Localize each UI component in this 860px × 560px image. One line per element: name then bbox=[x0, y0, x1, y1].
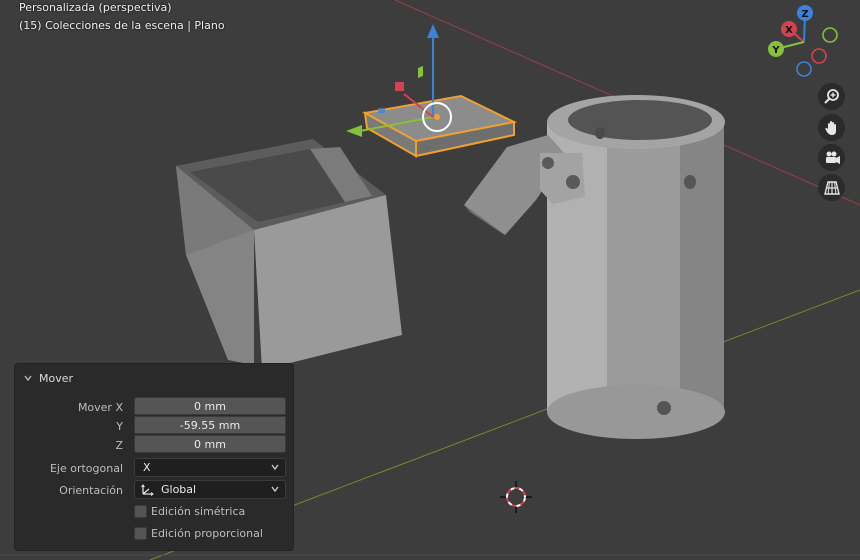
proportional-edit-option[interactable]: Edición proporcional bbox=[134, 527, 263, 540]
box-object[interactable] bbox=[176, 139, 402, 370]
3d-cursor[interactable] bbox=[500, 481, 532, 513]
proportional-edit-checkbox[interactable] bbox=[134, 527, 147, 540]
pan-button[interactable] bbox=[818, 114, 845, 141]
move-z-label: Z bbox=[115, 439, 123, 452]
orientation-dropdown[interactable]: Global bbox=[134, 480, 286, 499]
hand-pan-icon bbox=[824, 120, 836, 135]
operator-panel-header[interactable]: Mover bbox=[23, 370, 73, 386]
constraint-axis-dropdown[interactable]: X bbox=[134, 458, 286, 477]
constraint-axis-label: Eje ortogonal bbox=[49, 462, 123, 475]
symmetric-edit-option[interactable]: Edición simétrica bbox=[134, 505, 245, 518]
chevron-down-icon bbox=[24, 375, 32, 382]
move-z-field[interactable]: 0 mm bbox=[134, 435, 286, 453]
constraint-axis-value: X bbox=[143, 461, 151, 474]
grid-perspective-icon bbox=[823, 180, 840, 195]
operator-panel-move[interactable]: Mover Mover X 0 mm Y -59.55 mm Z 0 mm Ej… bbox=[14, 363, 294, 551]
symmetric-edit-checkbox[interactable] bbox=[134, 505, 147, 518]
chevron-down-icon bbox=[271, 464, 279, 471]
move-y-field[interactable]: -59.55 mm bbox=[134, 416, 286, 434]
camera-view-button[interactable] bbox=[818, 144, 845, 171]
navigation-gizmo[interactable]: Z X Y bbox=[768, 5, 838, 77]
gizmo-x-label: X bbox=[785, 25, 793, 36]
move-x-field[interactable]: 0 mm bbox=[134, 397, 286, 415]
move-y-label: Y bbox=[116, 420, 123, 433]
3d-viewport[interactable]: Z X Y Personalizada (perspectiva) (15) C… bbox=[0, 0, 860, 560]
gizmo-y-label: Y bbox=[771, 45, 780, 56]
camera-icon bbox=[825, 151, 840, 164]
global-orientation-icon bbox=[141, 483, 154, 496]
cylinder-object[interactable] bbox=[547, 95, 725, 439]
perspective-toggle-button[interactable] bbox=[818, 174, 845, 201]
proportional-edit-label: Edición proporcional bbox=[151, 527, 263, 540]
symmetric-edit-label: Edición simétrica bbox=[151, 505, 246, 518]
operator-panel-title: Mover bbox=[39, 371, 74, 385]
orientation-label: Orientación bbox=[59, 484, 123, 497]
view-name-label: Personalizada (perspectiva) bbox=[19, 1, 172, 14]
gizmo-z-label: Z bbox=[801, 9, 808, 20]
orientation-value: Global bbox=[161, 483, 197, 496]
collection-info-label: (15) Colecciones de la escena | Plano bbox=[19, 19, 225, 32]
zoom-button[interactable] bbox=[818, 83, 845, 110]
move-x-label: Mover X bbox=[77, 401, 123, 414]
zoom-icon bbox=[823, 88, 839, 104]
chevron-down-icon bbox=[271, 486, 279, 493]
